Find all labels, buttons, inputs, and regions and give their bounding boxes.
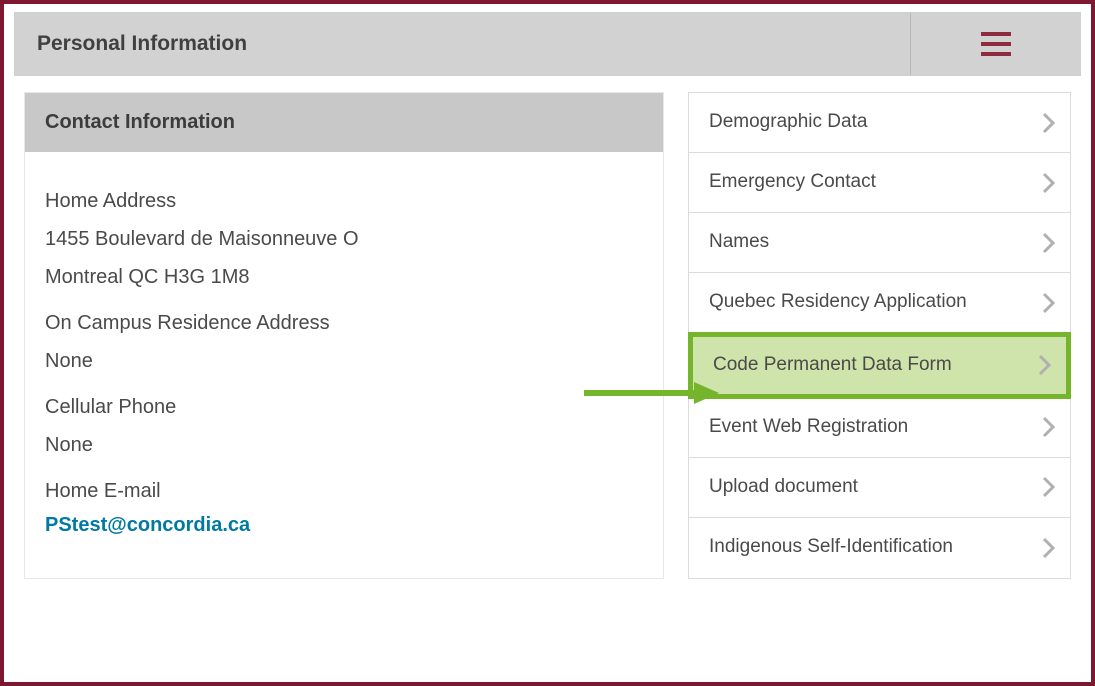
hamburger-icon bbox=[981, 32, 1011, 56]
chevron-right-icon bbox=[1042, 476, 1056, 498]
menu-item-names[interactable]: Names bbox=[689, 213, 1070, 273]
menu-item-upload-document[interactable]: Upload document bbox=[689, 458, 1070, 518]
chevron-right-icon bbox=[1042, 112, 1056, 134]
chevron-right-icon bbox=[1042, 416, 1056, 438]
page-title: Personal Information bbox=[15, 13, 910, 75]
menu-item-event-web-registration[interactable]: Event Web Registration bbox=[689, 398, 1070, 458]
home-address-line2: Montreal QC H3G 1M8 bbox=[45, 260, 643, 294]
menu-item-label: Indigenous Self-Identification bbox=[709, 535, 1042, 560]
page-header: Personal Information bbox=[14, 12, 1081, 76]
home-address-line1: 1455 Boulevard de Maisonneuve O bbox=[45, 222, 643, 256]
menu-item-label: Names bbox=[709, 230, 1042, 255]
menu-item-indigenous-self-identification[interactable]: Indigenous Self-Identification bbox=[689, 518, 1070, 578]
email-link[interactable]: PStest@concordia.ca bbox=[45, 514, 250, 536]
content-row: Contact Information Home Address 1455 Bo… bbox=[14, 76, 1081, 595]
contact-info-body: Home Address 1455 Boulevard de Maisonneu… bbox=[25, 152, 663, 570]
cell-phone-label: Cellular Phone bbox=[45, 390, 643, 424]
contact-info-panel: Contact Information Home Address 1455 Bo… bbox=[24, 92, 664, 579]
chevron-right-icon bbox=[1042, 292, 1056, 314]
menu-item-emergency-contact[interactable]: Emergency Contact bbox=[689, 153, 1070, 213]
chevron-right-icon bbox=[1042, 537, 1056, 559]
menu-item-label: Code Permanent Data Form bbox=[713, 353, 1038, 378]
outer-container: Personal Information Contact Information… bbox=[14, 12, 1081, 595]
contact-info-header: Contact Information bbox=[25, 93, 663, 152]
hamburger-menu-button[interactable] bbox=[910, 13, 1080, 75]
home-address-label: Home Address bbox=[45, 184, 643, 218]
chevron-right-icon bbox=[1038, 354, 1052, 376]
menu-item-label: Quebec Residency Application bbox=[709, 290, 1042, 315]
campus-address-label: On Campus Residence Address bbox=[45, 306, 643, 340]
menu-item-code-permanent-data-form[interactable]: Code Permanent Data Form bbox=[688, 332, 1071, 399]
campus-address-value: None bbox=[45, 344, 643, 378]
app-frame: Personal Information Contact Information… bbox=[0, 0, 1095, 686]
nav-menu-list: Demographic Data Emergency Contact Names Qu… bbox=[688, 92, 1071, 579]
chevron-right-icon bbox=[1042, 172, 1056, 194]
chevron-right-icon bbox=[1042, 232, 1056, 254]
menu-item-label: Demographic Data bbox=[709, 110, 1042, 135]
menu-item-demographic-data[interactable]: Demographic Data bbox=[689, 93, 1070, 153]
email-label: Home E-mail bbox=[45, 474, 643, 508]
cell-phone-value: None bbox=[45, 428, 643, 462]
menu-item-label: Event Web Registration bbox=[709, 415, 1042, 440]
nav-menu-panel: Demographic Data Emergency Contact Names Qu… bbox=[688, 92, 1071, 579]
menu-item-label: Upload document bbox=[709, 475, 1042, 500]
menu-item-label: Emergency Contact bbox=[709, 170, 1042, 195]
menu-item-quebec-residency-application[interactable]: Quebec Residency Application bbox=[689, 273, 1070, 333]
